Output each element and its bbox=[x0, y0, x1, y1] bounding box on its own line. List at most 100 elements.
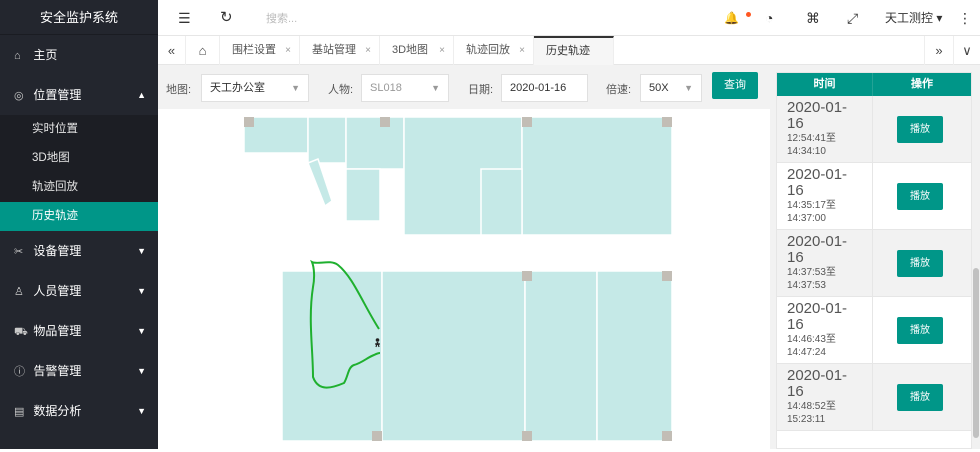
tab-history-track[interactable]: 历史轨迹 bbox=[534, 36, 614, 65]
sidebar-item-analytics[interactable]: ▤ 数据分析 ▼ bbox=[0, 391, 158, 431]
close-icon[interactable]: × bbox=[519, 36, 525, 65]
map-label: 地图: bbox=[166, 84, 192, 96]
top-bar: ☰ ↻ 搜索... 🔔 ◔ ⌘ ⤢ 天工测控 ▾ ⋮ bbox=[158, 0, 980, 36]
user-icon: ♙ bbox=[14, 286, 24, 298]
tab-label: 轨迹回放 bbox=[466, 44, 510, 56]
speed-select[interactable]: 50X ▼ bbox=[640, 74, 702, 102]
room bbox=[521, 116, 673, 236]
query-button[interactable]: 查询 bbox=[712, 72, 758, 99]
chevron-down-icon: ▼ bbox=[137, 246, 146, 256]
room bbox=[381, 270, 526, 442]
tab-bar: « ⌂ 围栏设置 × 基站管理 × 3D地图 × 轨迹回放 × 历史轨迹 » ∨ bbox=[158, 36, 980, 65]
table-row: 2020-01- 16 14:48:52至 15:23:11 播放 bbox=[777, 364, 971, 431]
table-row: 2020-01- 16 12:54:41至 14:34:10 播放 bbox=[777, 96, 971, 163]
date-input[interactable]: 2020-01-16 bbox=[501, 74, 588, 102]
tab-label: 3D地图 bbox=[392, 44, 429, 56]
tab-3d-map[interactable]: 3D地图 × bbox=[380, 36, 454, 65]
user-menu[interactable]: 天工测控 ▾ bbox=[885, 0, 942, 36]
history-records-table: 时间 操作 2020-01- 16 12:54:41至 14:34:10 播放 … bbox=[776, 72, 972, 449]
base-station-marker bbox=[522, 117, 532, 127]
chevron-down-icon: ▼ bbox=[137, 286, 146, 296]
time-cell: 2020-01- 16 14:46:43至 14:47:24 bbox=[777, 297, 873, 363]
sidebar-subitem-playback[interactable]: 轨迹回放 bbox=[0, 173, 158, 202]
sidebar-item-alerts[interactable]: ⓘ 告警管理 ▼ bbox=[0, 351, 158, 391]
room bbox=[307, 158, 333, 208]
tab-home-icon[interactable]: ⌂ bbox=[186, 36, 220, 65]
close-icon[interactable]: × bbox=[365, 36, 371, 65]
time-cell: 2020-01- 16 14:48:52至 15:23:11 bbox=[777, 364, 873, 430]
chevron-down-icon: ▼ bbox=[137, 406, 146, 416]
chevron-up-icon: ▲ bbox=[137, 90, 146, 100]
records-scrollbar[interactable] bbox=[972, 100, 980, 449]
record-date: 2020-01- bbox=[787, 233, 848, 250]
record-date: 2020-01- bbox=[787, 367, 848, 384]
base-station-marker bbox=[662, 431, 672, 441]
base-station-marker bbox=[372, 431, 382, 441]
time-cell: 2020-01- 16 14:37:53至 14:37:53 bbox=[777, 230, 873, 296]
table-row: 2020-01- 16 14:35:17至 14:37:00 播放 bbox=[777, 163, 971, 230]
search-input[interactable]: 搜索... bbox=[266, 10, 297, 26]
fullscreen-icon[interactable]: ⤢ bbox=[847, 0, 858, 36]
refresh-icon[interactable]: ↻ bbox=[220, 0, 233, 36]
tab-track-playback[interactable]: 轨迹回放 × bbox=[454, 36, 534, 65]
tab-fence-settings[interactable]: 围栏设置 × bbox=[220, 36, 300, 65]
rooms bbox=[243, 116, 673, 442]
tab-prev-button[interactable]: « bbox=[158, 36, 186, 65]
sidebar-subitem-history[interactable]: 历史轨迹 bbox=[0, 202, 158, 231]
sidebar-item-label: 设备管理 bbox=[33, 244, 82, 258]
theme-icon[interactable]: ◔ bbox=[765, 0, 773, 36]
tab-menu-icon[interactable]: ∨ bbox=[954, 36, 980, 65]
sidebar-item-label: 人员管理 bbox=[33, 284, 82, 298]
date-input-value: 2020-01-16 bbox=[510, 82, 567, 94]
record-day: 16 bbox=[787, 115, 804, 132]
close-icon[interactable]: × bbox=[285, 36, 291, 65]
time-cell: 2020-01- 16 14:35:17至 14:37:00 bbox=[777, 163, 873, 229]
record-day: 16 bbox=[787, 182, 804, 199]
play-button[interactable]: 播放 bbox=[897, 116, 943, 143]
person-select[interactable]: SL018 ▼ bbox=[361, 74, 449, 102]
tab-next-button[interactable]: » bbox=[924, 36, 954, 65]
sidebar-item-label: 主页 bbox=[33, 48, 58, 62]
floor-map[interactable] bbox=[158, 109, 770, 449]
base-station-marker bbox=[662, 117, 672, 127]
play-button[interactable]: 播放 bbox=[897, 250, 943, 277]
play-button[interactable]: 播放 bbox=[897, 183, 943, 210]
record-date: 2020-01- bbox=[787, 300, 848, 317]
app-title: 安全监护系统 bbox=[0, 0, 158, 35]
scrollbar-thumb[interactable] bbox=[973, 268, 979, 438]
location-icon: ◎ bbox=[14, 90, 24, 102]
play-button[interactable]: 播放 bbox=[897, 384, 943, 411]
date-label: 日期: bbox=[468, 84, 494, 96]
sidebar-item-home[interactable]: ⌂ 主页 bbox=[0, 35, 158, 75]
sidebar-subitem-3d-map[interactable]: 3D地图 bbox=[0, 144, 158, 173]
sidebar-item-devices[interactable]: ✂ 设备管理 ▼ bbox=[0, 231, 158, 271]
menu-toggle-icon[interactable]: ☰ bbox=[178, 0, 191, 36]
floor-map-canvas bbox=[243, 116, 673, 442]
sidebar-item-label: 物品管理 bbox=[33, 324, 82, 338]
sidebar-item-location[interactable]: ◎ 位置管理 ▲ bbox=[0, 75, 158, 115]
base-station-marker bbox=[662, 271, 672, 281]
sidebar-item-personnel[interactable]: ♙ 人员管理 ▼ bbox=[0, 271, 158, 311]
cart-icon: ⛟ bbox=[14, 326, 28, 338]
tag-icon[interactable]: ⌘ bbox=[806, 0, 820, 36]
sidebar-item-items[interactable]: ⛟ 物品管理 ▼ bbox=[0, 311, 158, 351]
map-select-value: 天工办公室 bbox=[210, 82, 265, 94]
table-row: 2020-01- 16 14:46:43至 14:47:24 播放 bbox=[777, 297, 971, 364]
action-cell: 播放 bbox=[873, 163, 971, 229]
record-start-time: 14:35:17至 bbox=[787, 200, 836, 211]
room bbox=[524, 270, 598, 442]
tab-label: 围栏设置 bbox=[232, 44, 276, 56]
column-header-action: 操作 bbox=[911, 78, 933, 90]
close-icon[interactable]: × bbox=[439, 36, 445, 65]
sidebar-submenu: 实时位置 3D地图 轨迹回放 历史轨迹 bbox=[0, 115, 158, 231]
column-header-time: 时间 bbox=[777, 73, 873, 96]
tab-station-management[interactable]: 基站管理 × bbox=[300, 36, 380, 65]
sidebar-subitem-realtime[interactable]: 实时位置 bbox=[0, 115, 158, 144]
play-button[interactable]: 播放 bbox=[897, 317, 943, 344]
record-start-time: 12:54:41至 bbox=[787, 133, 836, 144]
map-select[interactable]: 天工办公室 ▼ bbox=[201, 74, 309, 102]
bell-icon[interactable]: 🔔 bbox=[724, 0, 739, 36]
more-icon[interactable]: ⋮ bbox=[958, 0, 972, 36]
main-content: 地图: 天工办公室 ▼ 人物: SL018 ▼ 日期: 2020-01-16 倍… bbox=[158, 65, 980, 449]
room bbox=[345, 116, 405, 170]
